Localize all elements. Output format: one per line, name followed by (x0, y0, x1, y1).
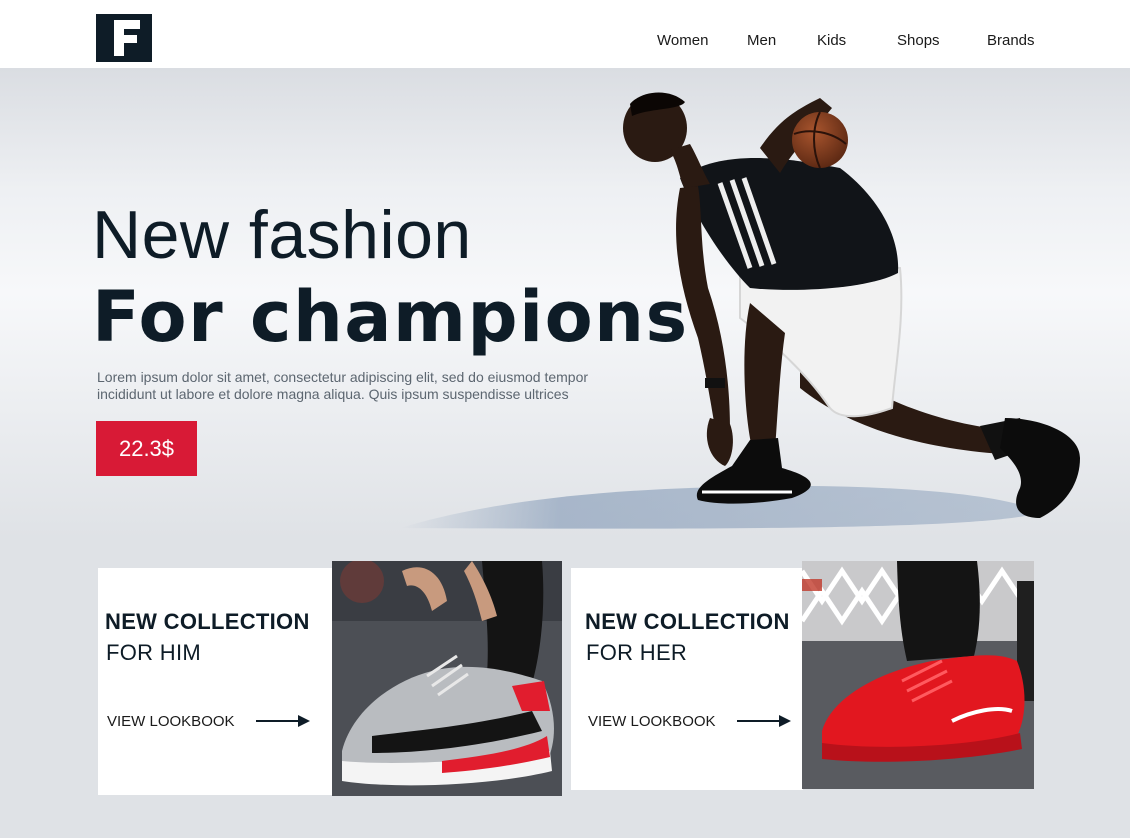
collection-card-him[interactable]: NEW COLLECTION FOR HIM VIEW LOOKBOOK (98, 568, 332, 795)
collection-him-subtitle: FOR HIM (106, 640, 201, 665)
sneaker-grey-photo (332, 561, 562, 796)
view-lookbook-her-link[interactable]: VIEW LOOKBOOK (588, 713, 716, 730)
collection-card-her[interactable]: NEW COLLECTION FOR HER VIEW LOOKBOOK (571, 568, 803, 790)
price-button[interactable]: 22.3$ (96, 421, 197, 476)
nav-kids[interactable]: Kids (817, 32, 846, 49)
nav-shops[interactable]: Shops (897, 32, 940, 49)
athlete-image (400, 92, 1080, 529)
arrow-right-icon[interactable] (737, 714, 793, 728)
collection-her-title: NEW COLLECTION (585, 609, 790, 634)
arrow-right-icon[interactable] (256, 714, 312, 728)
collection-him-title: NEW COLLECTION (105, 609, 310, 634)
nav-men[interactable]: Men (747, 32, 776, 49)
view-lookbook-him-link[interactable]: VIEW LOOKBOOK (107, 713, 235, 730)
nav-brands[interactable]: Brands (987, 32, 1035, 49)
collection-her-subtitle: FOR HER (586, 640, 688, 665)
site-header: Women Men Kids Shops Brands (0, 0, 1130, 68)
nav-women[interactable]: Women (657, 32, 708, 49)
brand-logo[interactable] (96, 14, 152, 62)
sneaker-red-photo (802, 561, 1034, 789)
hero-section: New fashion For champions Lorem ipsum do… (0, 68, 1130, 538)
